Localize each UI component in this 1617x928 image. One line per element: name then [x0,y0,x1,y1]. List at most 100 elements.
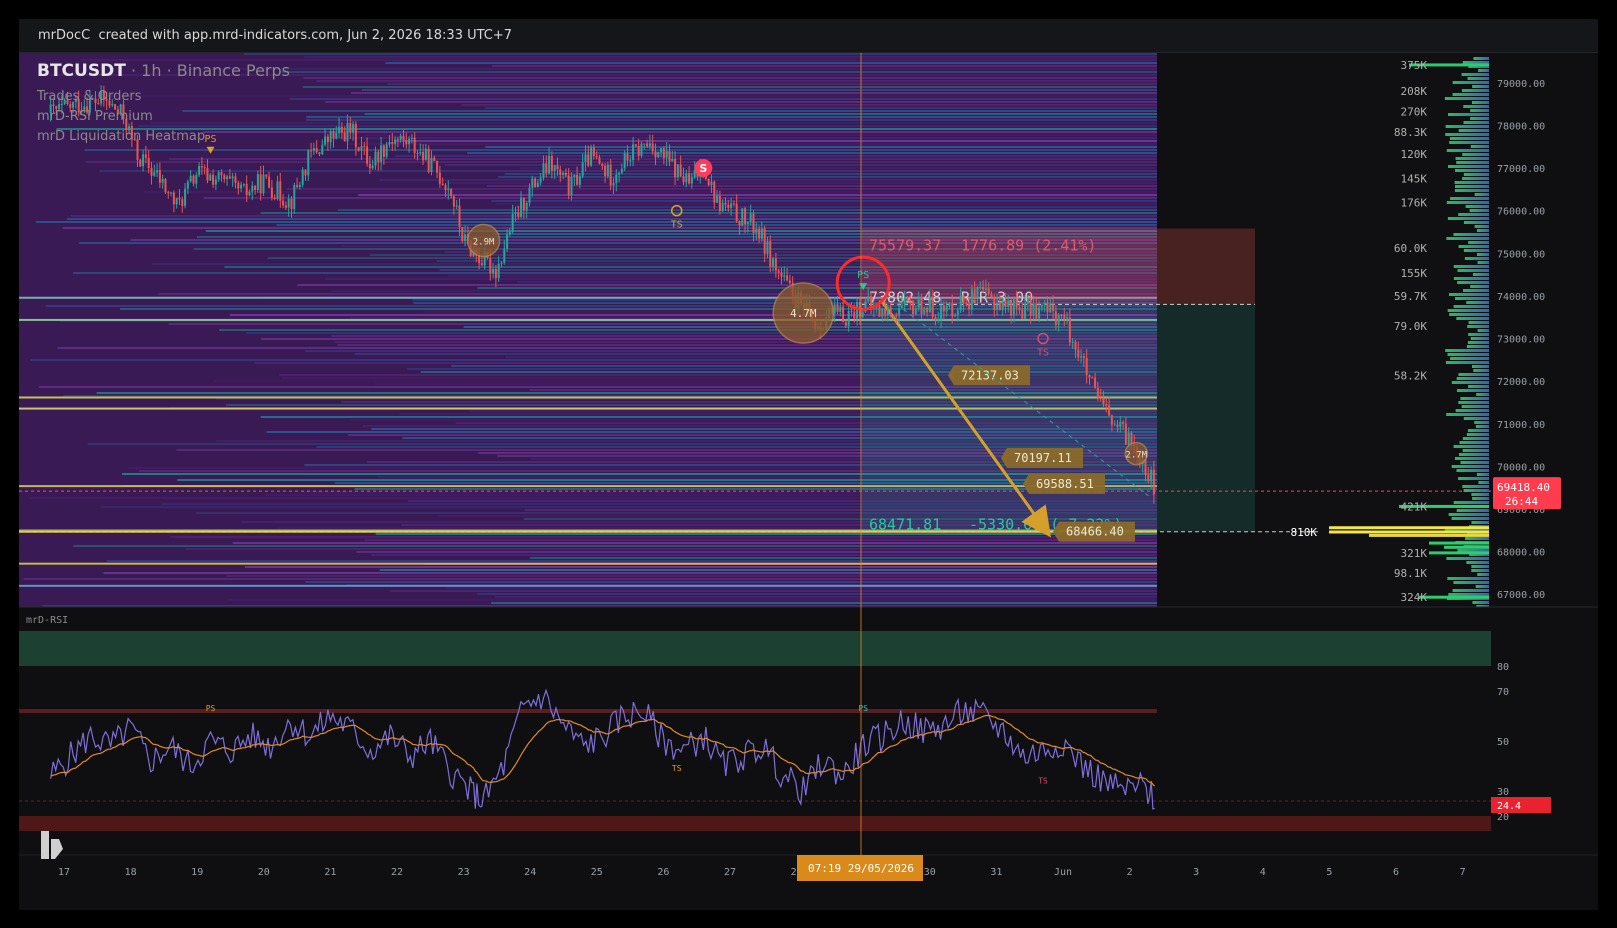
heatmap-band [103,572,1157,574]
heatmap-band [232,542,1157,544]
volume-bar [1456,469,1489,472]
crosshair-time-label: 07:19 29/05/2026 [808,862,914,875]
volume-bar [1458,245,1489,248]
liquidation-bubble[interactable]: 2.9M [466,223,501,258]
sell-signal-marker[interactable]: S [694,159,713,178]
level-price-label: 69588.51 [1036,477,1094,491]
level-tag[interactable]: 72137.03 [948,365,1030,386]
chart-canvas[interactable]: 75579.37 1776.89 (2.41%)73802.48 R:R 3.006… [19,19,1598,910]
level-tag[interactable]: 68466.40 [1053,521,1135,542]
candle [461,226,464,244]
volume-bar [1463,489,1489,492]
heatmap-band [150,122,1157,124]
heatmap-band [306,119,1157,121]
level-tag[interactable]: 70197.11 [1001,447,1083,468]
volume-bar [1473,369,1489,372]
heatmap-band [389,590,1157,592]
volume-bar [1470,109,1489,112]
heatmap-hot-line [19,584,1157,587]
heatmap-band [356,551,1157,553]
heatmap-band [203,131,1158,133]
volume-bar [1447,217,1489,220]
volume-bar [1461,405,1489,408]
volume-bar [1475,585,1489,588]
volume-bar [1467,341,1489,344]
price-tick-label: 79000.00 [1497,79,1545,90]
symbol-subtitle: · 1h · Binance Perps [131,61,290,80]
heatmap-band [138,125,1157,127]
heatmap-band [494,596,1157,598]
heatmap-band [203,197,1157,199]
volume-profile-label: 176K [1401,197,1428,210]
volume-bar [1450,357,1489,360]
volume-bar [1453,233,1489,236]
volume-bar [1460,461,1489,464]
level-price-label: 70197.11 [1014,451,1072,465]
heatmap-band [325,101,1157,103]
volume-bar [1477,261,1489,264]
candle [623,150,626,172]
volume-bar [1445,125,1489,128]
price-axis[interactable]: 79000.00 78000.00 77000.00 76000.00 75000.00… [1491,53,1598,607]
indicator-rsi-premium[interactable]: mrD-RSI Premium [37,109,153,124]
time-tick-label: 24 [524,867,536,878]
rsi-pane: mrD-RSI 80 70 50 30 20 PS TS PS TS 24.4 [19,606,1598,831]
heatmap-band [394,140,1157,142]
volume-bar [1462,289,1489,292]
price-tick-label: 73000.00 [1497,335,1545,346]
volume-bar [1474,421,1489,424]
volume-bar [1458,129,1489,132]
volume-bar [1448,113,1489,116]
volume-bar [1446,237,1489,240]
volume-profile-label: 120K [1401,148,1428,161]
time-tick-label: 22 [391,867,403,878]
volume-bar [1474,225,1489,228]
heatmap-band [395,155,1157,157]
time-tick-label: 25 [591,867,603,878]
volume-bar [1448,165,1489,168]
level-tag[interactable]: 69588.51 [1023,473,1105,494]
candle [427,145,430,174]
time-tick-label: 7 [1460,867,1466,878]
liquidation-bubble[interactable]: 4.7M [772,282,835,344]
heatmap-band [281,71,1157,73]
rsi-pane-title: mrD-RSI [26,615,68,626]
heatmap-band [85,161,1158,163]
rsi-signal-label: TS [1038,777,1048,786]
indicator-liquidation-heatmap[interactable]: mrD Liquidation Heatmap [37,129,205,144]
heatmap-band [329,137,1157,139]
volume-bar [1456,317,1489,320]
volume-bar [1470,117,1489,120]
heatmap-band [461,104,1157,106]
indicator-trades-orders[interactable]: Trades & Orders [36,89,142,104]
heatmap-band [496,203,1157,205]
volume-bar [1463,249,1489,252]
volume-profile-label: 88.3K [1394,126,1427,139]
volume-bar [1447,309,1489,312]
heatmap-band [379,569,1158,571]
volume-bar [1453,445,1489,448]
volume-bar [1456,377,1489,380]
heatmap-band [229,599,1158,601]
heatmap-band [106,560,1158,562]
volume-bar [1471,493,1489,496]
volume-profile-label: 321K [1401,547,1428,560]
volume-bar [1472,497,1489,500]
volume-bar [1458,477,1489,480]
volume-bar [1469,209,1489,212]
symbol-title[interactable]: BTCUSDT [37,61,126,81]
heatmap-band [182,110,1158,112]
volume-bar [1456,161,1489,164]
volume-bar [1451,517,1489,520]
liquidation-bubble[interactable]: 2.7M [1124,441,1149,466]
volume-bar [1462,449,1489,452]
heatmap-band [260,212,1157,214]
volume-bar [1478,481,1489,484]
volume-bar [1462,177,1489,180]
volume-bar [1466,561,1489,564]
heatmap-band [56,95,1158,97]
volume-bar [1468,321,1489,324]
volume-bar [1450,197,1489,200]
volume-bar [1468,333,1489,336]
volume-bar [1458,373,1489,376]
